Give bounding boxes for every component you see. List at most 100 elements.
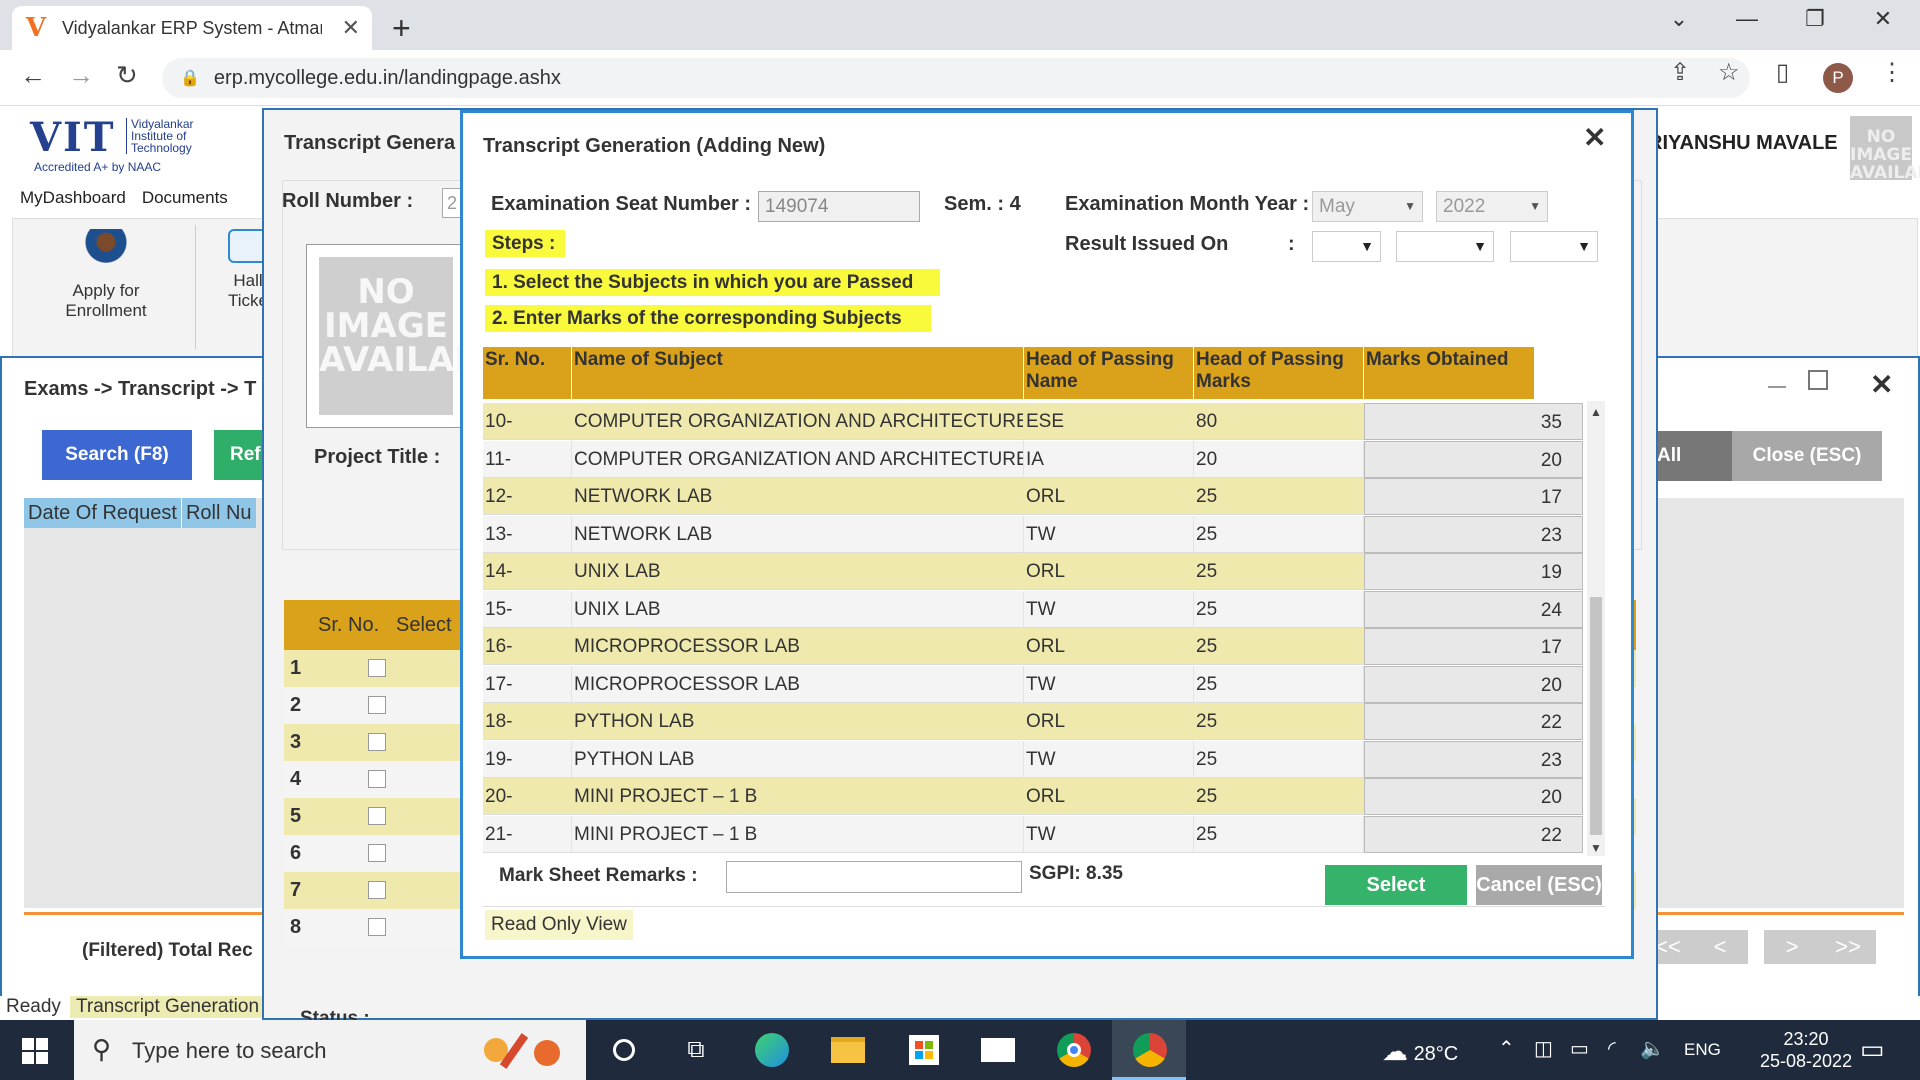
browser-tab[interactable]: V Vidyalankar ERP System - Atmanirbhar ✕ bbox=[12, 6, 372, 50]
omnibox[interactable]: 🔒 erp.mycollege.edu.in/landingpage.ashx bbox=[162, 58, 1750, 98]
taskbar-search-box[interactable]: ⚲ Type here to search bbox=[74, 1020, 586, 1080]
minimize-icon[interactable] bbox=[1768, 386, 1786, 388]
chrome-icon[interactable] bbox=[1054, 1030, 1094, 1070]
subject-row: 14- UNIX LAB ORL 25 19 bbox=[483, 553, 1583, 590]
cell-hop-marks: 25 bbox=[1194, 703, 1364, 740]
file-explorer-icon[interactable] bbox=[828, 1030, 868, 1070]
close-icon[interactable]: ✕ bbox=[1583, 121, 1606, 154]
menu-item-dashboard[interactable]: MyDashboard bbox=[20, 188, 126, 208]
marks-obtained-input[interactable]: 35 bbox=[1364, 403, 1583, 440]
cell-hop-name: ORL bbox=[1024, 703, 1194, 740]
minimize-window-icon[interactable]: — bbox=[1722, 6, 1772, 32]
row-checkbox[interactable] bbox=[368, 733, 386, 751]
exam-year-value: 2022 bbox=[1443, 196, 1486, 217]
cell-hop-name: ORL bbox=[1024, 628, 1194, 665]
remarks-input[interactable] bbox=[726, 861, 1022, 893]
menu-item-documents[interactable]: Documents bbox=[142, 188, 228, 208]
marks-obtained-input[interactable]: 20 bbox=[1364, 778, 1583, 815]
close-button[interactable]: Close (ESC) bbox=[1732, 431, 1882, 481]
seat-number-input[interactable]: 149074 bbox=[758, 191, 920, 222]
tab-search-icon[interactable]: ⌄ bbox=[1654, 6, 1704, 32]
cell-hop-marks: 25 bbox=[1194, 515, 1364, 553]
result-year-select[interactable]: ▼ bbox=[1510, 231, 1598, 262]
exam-month-select[interactable]: May ▼ bbox=[1312, 191, 1423, 222]
show-hidden-icons-icon[interactable]: ⌃ bbox=[1498, 1036, 1515, 1061]
tab-close-icon[interactable]: ✕ bbox=[342, 15, 360, 41]
marks-obtained-input[interactable]: 23 bbox=[1364, 740, 1583, 778]
cell-subject-name: COMPUTER ORGANIZATION AND ARCHITECTURE bbox=[572, 403, 1024, 440]
row-checkbox[interactable] bbox=[368, 807, 386, 825]
windows-start-icon[interactable] bbox=[22, 1038, 48, 1064]
volume-icon[interactable]: 🔈 bbox=[1640, 1036, 1665, 1061]
wifi-icon[interactable]: ◜ bbox=[1608, 1036, 1616, 1061]
reload-icon[interactable]: ↻ bbox=[116, 60, 138, 91]
scroll-up-icon[interactable]: ▲ bbox=[1590, 405, 1602, 419]
pager-next-button[interactable]: > bbox=[1764, 930, 1820, 964]
weather-widget[interactable]: ☁ 28°C bbox=[1382, 1036, 1458, 1067]
active-chrome-profile-app[interactable] bbox=[1112, 1020, 1186, 1080]
select-button[interactable]: Select bbox=[1325, 865, 1467, 905]
back-icon[interactable]: ← bbox=[20, 60, 46, 91]
bookmark-star-icon[interactable]: ☆ bbox=[1718, 58, 1740, 87]
cortana-icon[interactable] bbox=[604, 1030, 644, 1070]
side-panel-icon[interactable]: ▯ bbox=[1776, 58, 1789, 87]
marks-obtained-input[interactable]: 20 bbox=[1364, 665, 1583, 703]
pager-last-button[interactable]: >> bbox=[1820, 930, 1876, 964]
microsoft-store-icon[interactable] bbox=[904, 1030, 944, 1070]
edge-icon[interactable] bbox=[752, 1030, 792, 1070]
row-checkbox[interactable] bbox=[368, 696, 386, 714]
battery-icon[interactable]: ▭ bbox=[1570, 1036, 1589, 1061]
exam-year-select[interactable]: 2022 ▼ bbox=[1436, 191, 1548, 222]
cell-sr-no: 16- bbox=[483, 628, 572, 665]
marks-obtained-input[interactable]: 23 bbox=[1364, 515, 1583, 553]
language-indicator[interactable]: ENG bbox=[1684, 1040, 1721, 1060]
subjects-table-header: Sr. No. Name of Subject Head of Passing … bbox=[483, 347, 1535, 399]
row-checkbox[interactable] bbox=[368, 918, 386, 936]
row-number: 2 bbox=[290, 694, 302, 716]
close-icon[interactable]: ✕ bbox=[1870, 368, 1893, 401]
cell-hop-name: ORL bbox=[1024, 778, 1194, 815]
row-checkbox[interactable] bbox=[368, 881, 386, 899]
marks-obtained-input[interactable]: 22 bbox=[1364, 703, 1583, 740]
logo-accreditation: Accredited A+ by NAAC bbox=[34, 160, 162, 174]
browser-menu-icon[interactable]: ⋮ bbox=[1880, 58, 1904, 87]
marks-obtained-input[interactable]: 17 bbox=[1364, 628, 1583, 665]
marks-obtained-input[interactable]: 20 bbox=[1364, 440, 1583, 478]
forward-icon[interactable]: → bbox=[68, 60, 94, 91]
marks-obtained-input[interactable]: 22 bbox=[1364, 815, 1583, 853]
mail-icon[interactable] bbox=[978, 1030, 1018, 1070]
lock-icon[interactable]: 🔒 bbox=[180, 68, 200, 88]
cell-hop-name: TW bbox=[1024, 815, 1194, 853]
profile-avatar[interactable]: P bbox=[1823, 63, 1853, 93]
row-checkbox[interactable] bbox=[368, 659, 386, 677]
task-view-icon[interactable]: ⧉ bbox=[676, 1030, 716, 1070]
marks-obtained-input[interactable]: 19 bbox=[1364, 553, 1583, 590]
pager-prev-button[interactable]: < bbox=[1692, 930, 1748, 964]
row-checkbox[interactable] bbox=[368, 770, 386, 788]
scrollbar-thumb[interactable] bbox=[1590, 597, 1602, 835]
marks-obtained-input[interactable]: 24 bbox=[1364, 590, 1583, 628]
chevron-down-icon: ▼ bbox=[1473, 238, 1487, 254]
search-button[interactable]: Search (F8) bbox=[42, 430, 192, 480]
meet-now-icon[interactable]: ◫ bbox=[1534, 1036, 1553, 1061]
restore-window-icon[interactable]: ❐ bbox=[1790, 6, 1840, 32]
share-icon[interactable]: ⇪ bbox=[1670, 58, 1690, 87]
cancel-button[interactable]: Cancel (ESC) bbox=[1476, 865, 1602, 905]
clock[interactable]: 23:20 25-08-2022 bbox=[1760, 1028, 1852, 1072]
exam-month-value: May bbox=[1319, 196, 1355, 217]
apply-enrollment-button[interactable]: Apply for Enrollment bbox=[21, 229, 191, 321]
result-day-select[interactable]: ▼ bbox=[1312, 231, 1381, 262]
new-tab-icon[interactable]: + bbox=[392, 10, 411, 47]
cell-hop-marks: 20 bbox=[1194, 440, 1364, 478]
url-text[interactable]: erp.mycollege.edu.in/landingpage.ashx bbox=[214, 67, 561, 90]
notifications-icon[interactable]: ▭ bbox=[1860, 1034, 1885, 1065]
column-date-of-request[interactable]: Date Of Request bbox=[24, 498, 182, 528]
scroll-down-icon[interactable]: ▼ bbox=[1590, 841, 1602, 855]
marks-obtained-input[interactable]: 17 bbox=[1364, 478, 1583, 515]
column-roll-number[interactable]: Roll Nu bbox=[182, 498, 256, 528]
row-checkbox[interactable] bbox=[368, 844, 386, 862]
maximize-icon[interactable] bbox=[1808, 370, 1828, 390]
close-window-icon[interactable]: ✕ bbox=[1858, 6, 1908, 32]
subject-row: 16- MICROPROCESSOR LAB ORL 25 17 bbox=[483, 628, 1583, 665]
result-month-select[interactable]: ▼ bbox=[1396, 231, 1494, 262]
